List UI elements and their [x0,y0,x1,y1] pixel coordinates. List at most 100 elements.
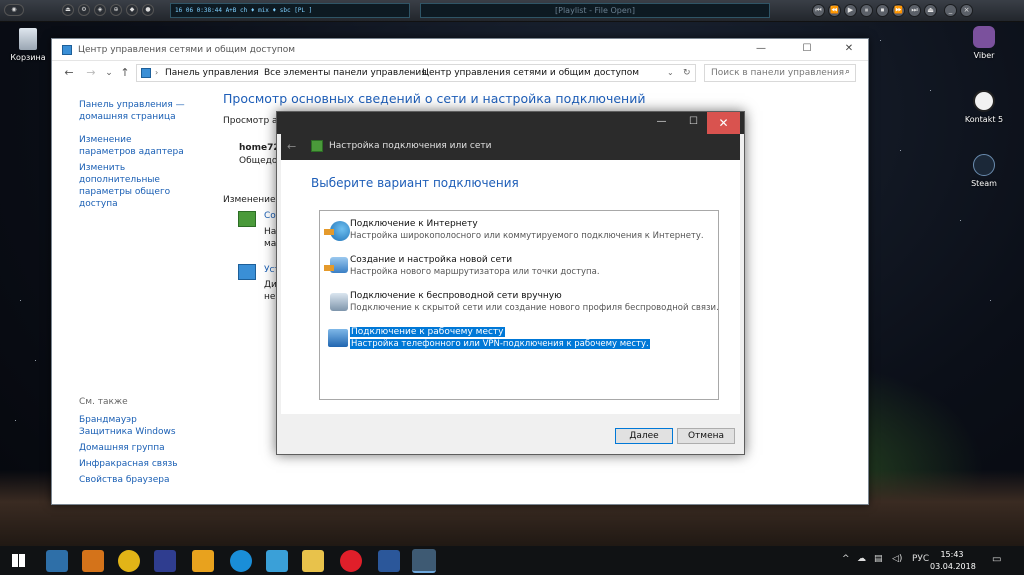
player-button[interactable]: ⏏ [62,4,74,16]
player-button[interactable]: ◈ [94,4,106,16]
player-play-button[interactable]: ▶ [844,4,857,17]
taskbar-app-icon[interactable] [154,550,176,572]
back-arrow-icon[interactable]: ← [287,140,296,153]
network-icon[interactable]: ▤ [874,554,883,564]
list-item[interactable]: Подключение к Интернету Настройка широко… [322,217,718,247]
option-desc: Настройка нового маршрутизатора или точк… [350,267,600,277]
player-button[interactable]: ⚙ [78,4,90,16]
minimize-button[interactable]: — [738,39,784,61]
address-dropdown-icon[interactable]: ⌄ [667,68,674,77]
option-title: Подключение к Интернету [350,219,478,229]
breadcrumb-separator-icon: › [411,68,415,77]
taskbar-app-icon[interactable] [82,550,104,572]
breadcrumb-item[interactable]: Панель управления [165,68,259,78]
desktop-icon-steam[interactable]: Steam [954,154,1014,188]
list-item[interactable]: Подключение к рабочему месту Настройка т… [322,325,718,355]
recent-dropdown-icon[interactable]: ⌄ [102,66,116,80]
taskbar: ^ ☁ ▤ ◁) РУС 15:43 03.04.2018 ▭ [0,546,1024,575]
sidebar-home-link[interactable]: Панель управления — домашняя страница [79,99,189,123]
folder-icon[interactable] [302,550,324,572]
notifications-icon[interactable]: ▭ [992,554,1001,565]
player-pause-button[interactable]: ⏸ [860,4,873,17]
opera-icon[interactable] [340,550,362,572]
player-next-button[interactable]: ⏭ [908,4,921,17]
player-close-button[interactable]: × [960,4,973,17]
taskbar-app-icon[interactable] [46,550,68,572]
breadcrumb-item[interactable]: Все элементы панели управления [264,68,427,78]
cloud-icon[interactable]: ☁ [857,554,866,564]
search-placeholder: Поиск в панели управления [711,68,844,78]
control-panel-taskbar-icon[interactable] [412,549,436,573]
player-rewind-button[interactable]: ⏪ [828,4,841,17]
cancel-button[interactable]: Отмена [677,428,735,444]
player-button[interactable]: ⊕ [110,4,122,16]
dialog-close-button[interactable]: ✕ [707,112,740,134]
list-item[interactable]: Подключение к беспроводной сети вручную … [322,289,719,319]
viber-icon [973,26,995,48]
search-input[interactable]: Поиск в панели управления ⌕ [704,64,856,82]
player-logo: ◉ [4,4,24,16]
sidebar-link-sharing[interactable]: Изменить дополнительные параметры общего… [79,162,189,210]
desktop-icon-viber[interactable]: Viber [954,26,1014,60]
dialog-maximize-button[interactable]: ☐ [677,112,710,134]
refresh-icon[interactable]: ↻ [683,68,691,78]
up-arrow-icon[interactable]: ↑ [118,66,132,80]
steam-icon [973,154,995,176]
window-titlebar[interactable]: Центр управления сетями и общим доступом… [52,39,868,61]
address-bar[interactable]: › Панель управления › Все элементы панел… [136,64,696,82]
desktop-icon-label: Viber [973,51,995,60]
dialog-titlebar[interactable]: — ☐ ✕ [277,112,744,134]
player-stop-button[interactable]: ⏹ [876,4,889,17]
dialog-footer: Далее Отмена [281,414,740,452]
taskbar-app-icon[interactable] [266,550,288,572]
next-button[interactable]: Далее [615,428,673,444]
page-title: Просмотр основных сведений о сети и наст… [223,91,646,106]
maximize-button[interactable]: ☐ [784,39,830,61]
dialog-minimize-button[interactable]: — [645,112,678,134]
close-button[interactable]: ✕ [830,39,868,61]
language-indicator[interactable]: РУС [912,554,929,564]
desktop-icon-kontakt[interactable]: Kontakt 5 [954,90,1014,124]
word-icon[interactable] [378,550,400,572]
list-item[interactable]: Создание и настройка новой сети Настройк… [322,253,718,283]
player-button[interactable]: ◆ [126,4,138,16]
window-title: Центр управления сетями и общим доступом [78,45,296,55]
player-forward-button[interactable]: ⏩ [892,4,905,17]
show-hidden-icons-icon[interactable]: ^ [842,554,850,564]
desktop-icon-label: Kontakt 5 [964,115,1004,124]
connection-setup-dialog: — ☐ ✕ ← Настройка подключения или сети В… [276,111,745,455]
start-windows-icon[interactable] [12,554,25,567]
troubleshoot-icon [238,264,256,280]
breadcrumb-item[interactable]: Центр управления сетями и общим доступом [422,68,639,78]
workplace-icon [328,329,348,347]
see-also-firewall[interactable]: Брандмауэр Защитника Windows [79,414,189,438]
volume-icon[interactable]: ◁) [892,554,902,564]
control-panel-icon [62,45,72,55]
clock-time: 15:43 [940,550,964,559]
player-prev-button[interactable]: ⏮ [812,4,825,17]
network-setup-icon [311,140,323,152]
option-title: Создание и настройка новой сети [350,255,513,265]
taskbar-app-icon[interactable] [192,550,214,572]
option-desc: Подключение к скрытой сети или создание … [350,303,719,313]
see-also-homegroup[interactable]: Домашняя группа [79,442,189,454]
desktop-icon-label: Steam [971,179,997,188]
player-eject-button[interactable]: ⏏ [924,4,937,17]
arrow-icon [324,229,334,235]
desktop-icon-label: Корзина [10,53,46,62]
search-icon[interactable]: ⌕ [845,67,850,77]
forward-arrow-icon[interactable]: → [84,66,98,80]
clock[interactable]: 15:43 03.04.2018 [930,549,976,573]
back-arrow-icon[interactable]: ← [62,66,76,80]
player-minimize-button[interactable]: _ [944,4,957,17]
see-also-infrared[interactable]: Инфракрасная связь [79,458,189,470]
player-button[interactable]: ● [142,4,154,16]
sidebar: Панель управления — домашняя страница Из… [79,99,189,210]
taskbar-app-icon[interactable] [230,550,252,572]
taskbar-app-icon[interactable] [118,550,140,572]
sidebar-link-adapter[interactable]: Изменение параметров адаптера [79,134,189,158]
see-also-browser-settings[interactable]: Свойства браузера [79,474,189,486]
kontakt-icon [973,90,995,112]
active-networks-label: Просмотр ак [223,116,283,126]
desktop-icon-recycle-bin[interactable]: Корзина [0,28,58,62]
